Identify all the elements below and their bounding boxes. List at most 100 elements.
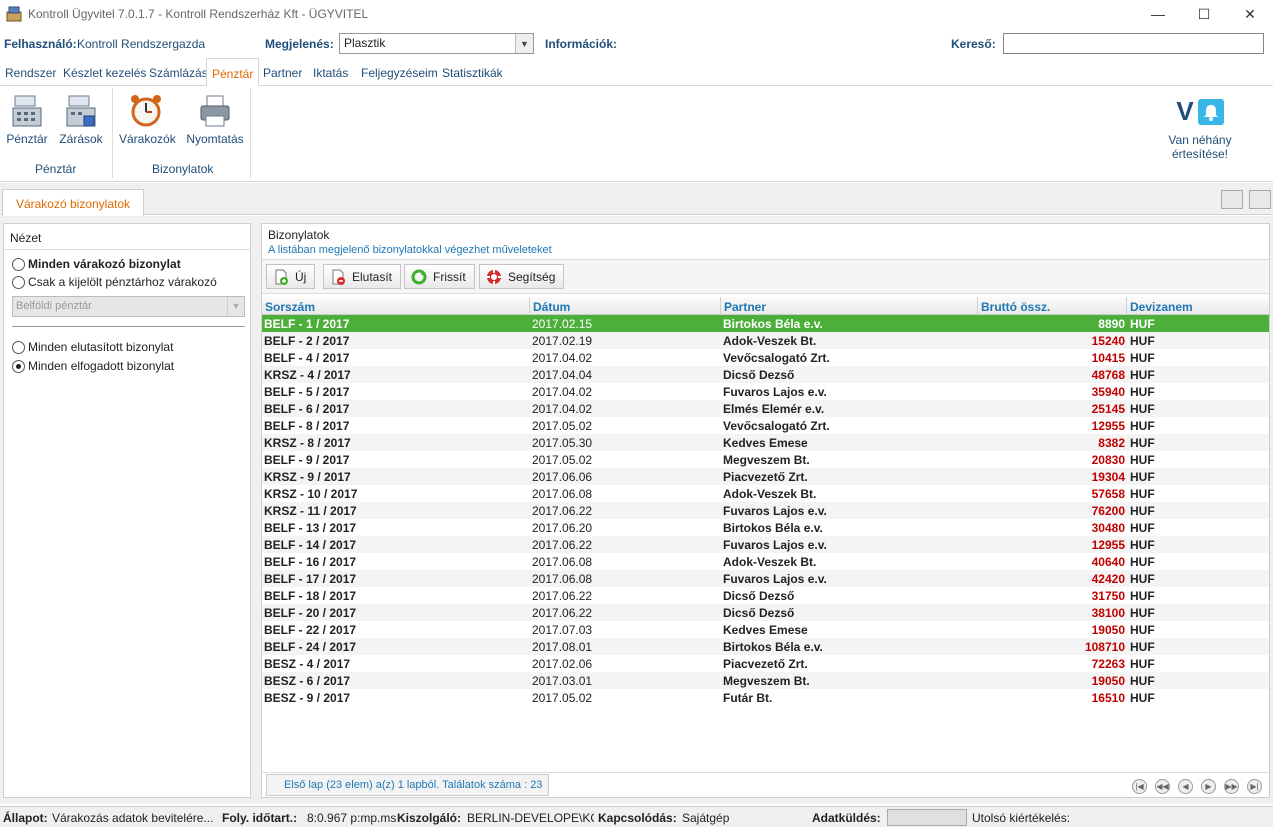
cell-brutto: 108710 bbox=[1084, 640, 1125, 654]
cell-sorszam: BELF - 6 / 2017 bbox=[264, 402, 350, 416]
col-datum[interactable]: Dátum bbox=[533, 300, 570, 314]
table-row[interactable]: BELF - 20 / 2017 2017.06.22 Dicső Dezső 381… bbox=[262, 604, 1269, 621]
maximize-button[interactable]: ☐ bbox=[1181, 0, 1227, 28]
cell-datum: 2017.04.02 bbox=[532, 385, 593, 399]
table-row[interactable]: KRSZ - 11 / 2017 2017.06.22 Fuvaros Lajos … bbox=[262, 502, 1269, 519]
tab-penztar[interactable]: Pénztár bbox=[206, 58, 260, 87]
next-page-icon[interactable]: ▶ bbox=[1201, 779, 1216, 794]
column-separator[interactable] bbox=[720, 297, 721, 315]
radio-circle-checked[interactable] bbox=[12, 359, 25, 373]
reject-button[interactable]: Elutasít bbox=[323, 264, 402, 289]
column-separator[interactable] bbox=[529, 297, 530, 315]
help-button-label: Segítség bbox=[508, 269, 556, 284]
column-separator[interactable] bbox=[977, 297, 978, 315]
table-row[interactable]: BESZ - 4 / 2017 2017.02.06 Piacvezető Zrt.… bbox=[262, 655, 1269, 672]
table-row[interactable]: BELF - 9 / 2017 2017.05.02 Megveszem Bt. 20… bbox=[262, 451, 1269, 468]
table-row[interactable]: BELF - 4 / 2017 2017.04.02 Vevőcsalogató Z… bbox=[262, 349, 1269, 366]
table-row[interactable]: KRSZ - 4 / 2017 2017.04.04 Dicső Dezső 4876… bbox=[262, 366, 1269, 383]
table-row[interactable]: BELF - 17 / 2017 2017.06.08 Fuvaros Lajos … bbox=[262, 570, 1269, 587]
window-layout-icon[interactable] bbox=[1249, 190, 1271, 209]
refresh-button-label: Frissít bbox=[433, 269, 466, 284]
documents-panel: Bizonylatok A listában megjelenő bizonyl… bbox=[261, 223, 1270, 798]
view-panel: Nézet Minden várakozó bizonylat Csak a k… bbox=[3, 223, 251, 798]
table-row[interactable]: BELF - 14 / 2017 2017.06.22 Fuvaros Lajos … bbox=[262, 536, 1269, 553]
table-row[interactable]: BELF - 13 / 2017 2017.06.20 Birtokos Béla … bbox=[262, 519, 1269, 536]
close-button[interactable]: ✕ bbox=[1227, 0, 1273, 28]
cell-partner: Fuvaros Lajos e.v. bbox=[723, 504, 827, 518]
radio-circle[interactable] bbox=[12, 257, 25, 271]
cell-brutto: 12955 bbox=[1091, 419, 1125, 433]
table-row[interactable]: BELF - 5 / 2017 2017.04.02 Fuvaros Lajos e… bbox=[262, 383, 1269, 400]
ribbon-penztar-button[interactable]: Pénztár bbox=[0, 94, 54, 146]
table-row[interactable]: BELF - 6 / 2017 2017.04.02 Elmés Elemér e.… bbox=[262, 400, 1269, 417]
tab-statisztikak[interactable]: Statisztikák bbox=[437, 58, 508, 86]
tab-varakozo-bizonylatok[interactable]: Várakozó bizonylatok bbox=[2, 189, 144, 216]
last-page-icon[interactable]: ▶| bbox=[1247, 779, 1262, 794]
table-row[interactable]: KRSZ - 10 / 2017 2017.06.08 Adok-Veszek Bt… bbox=[262, 485, 1269, 502]
tab-partner[interactable]: Partner bbox=[258, 58, 307, 86]
cell-partner: Dicső Dezső bbox=[723, 589, 795, 603]
ribbon-varakozok-button[interactable]: Várakozók bbox=[119, 94, 176, 146]
radio-all-rejected[interactable]: Minden elutasított bizonylat bbox=[12, 340, 173, 354]
next-page-group-icon[interactable]: ▶▶ bbox=[1224, 779, 1239, 794]
new-document-icon bbox=[275, 269, 288, 285]
ribbon-group-bizonylatok: Bizonylatok bbox=[152, 162, 214, 176]
new-button[interactable]: Új bbox=[266, 264, 316, 289]
cell-sorszam: BELF - 16 / 2017 bbox=[264, 555, 357, 569]
table-row[interactable]: BELF - 2 / 2017 2017.02.19 Adok-Veszek Bt.… bbox=[262, 332, 1269, 349]
printer-icon bbox=[200, 95, 230, 127]
cell-sorszam: BELF - 14 / 2017 bbox=[264, 538, 357, 552]
prev-page-group-icon[interactable]: ◀◀ bbox=[1155, 779, 1170, 794]
first-page-icon[interactable]: |◀ bbox=[1132, 779, 1147, 794]
table-row[interactable]: BELF - 16 / 2017 2017.06.08 Adok-Veszek Bt… bbox=[262, 553, 1269, 570]
keyboard-icon[interactable] bbox=[1221, 190, 1243, 209]
radio-circle[interactable] bbox=[12, 340, 25, 354]
table-row[interactable]: BESZ - 9 / 2017 2017.05.02 Futár Bt. 16510 H… bbox=[262, 689, 1269, 706]
table-row[interactable]: KRSZ - 8 / 2017 2017.05.30 Kedves Emese 838… bbox=[262, 434, 1269, 451]
documents-title: Bizonylatok bbox=[268, 228, 330, 242]
ribbon-nyomtatas-button[interactable]: Nyomtatás bbox=[186, 94, 244, 146]
table-row[interactable]: BESZ - 6 / 2017 2017.03.01 Megveszem Bt. 19… bbox=[262, 672, 1269, 689]
col-brutto[interactable]: Bruttó össz. bbox=[981, 300, 1050, 314]
cell-brutto: 16510 bbox=[1091, 691, 1125, 705]
chevron-down-icon[interactable]: ▼ bbox=[515, 34, 533, 53]
radio-circle[interactable] bbox=[12, 275, 25, 289]
help-button[interactable]: Segítség bbox=[479, 264, 565, 289]
info-link[interactable]: Információk: bbox=[545, 37, 617, 51]
cell-devizanem: HUF bbox=[1130, 317, 1155, 331]
refresh-button[interactable]: Frissít bbox=[404, 264, 475, 289]
cell-brutto: 30480 bbox=[1091, 521, 1125, 535]
notification-area[interactable]: V Van néhány értesítése! bbox=[1160, 96, 1240, 161]
cell-sorszam: KRSZ - 4 / 2017 bbox=[264, 368, 351, 382]
col-sorszam[interactable]: Sorszám bbox=[265, 300, 315, 314]
radio-all-accepted[interactable]: Minden elfogadott bizonylat bbox=[12, 359, 174, 373]
search-input[interactable] bbox=[1003, 33, 1264, 54]
table-row[interactable]: BELF - 22 / 2017 2017.07.03 Kedves Emese 19… bbox=[262, 621, 1269, 638]
col-partner[interactable]: Partner bbox=[724, 300, 766, 314]
cell-devizanem: HUF bbox=[1130, 453, 1155, 467]
minimize-button[interactable]: — bbox=[1135, 0, 1181, 28]
column-separator[interactable] bbox=[1126, 297, 1127, 315]
table-row[interactable]: BELF - 24 / 2017 2017.08.01 Birtokos Béla … bbox=[262, 638, 1269, 655]
ribbon-zarasok-button[interactable]: Zárások bbox=[54, 94, 108, 146]
table-row[interactable]: BELF - 1 / 2017 2017.02.15 Birtokos Béla e… bbox=[262, 315, 1269, 332]
notification-logo: V bbox=[1176, 96, 1194, 126]
col-devizanem[interactable]: Devizanem bbox=[1130, 300, 1193, 314]
tab-feljegyzeseim[interactable]: Feljegyzéseim bbox=[356, 58, 443, 86]
tab-szamlazas[interactable]: Számlázás bbox=[144, 58, 213, 86]
table-row[interactable]: BELF - 8 / 2017 2017.05.02 Vevőcsalogató Z… bbox=[262, 417, 1269, 434]
radio-selected-cash[interactable]: Csak a kijelölt pénztárhoz várakozó bbox=[12, 275, 217, 289]
table-row[interactable]: BELF - 18 / 2017 2017.06.22 Dicső Dezső 317… bbox=[262, 587, 1269, 604]
app-icon bbox=[6, 6, 22, 22]
radio-all-waiting[interactable]: Minden várakozó bizonylat bbox=[12, 257, 181, 271]
cell-devizanem: HUF bbox=[1130, 674, 1155, 688]
cell-devizanem: HUF bbox=[1130, 436, 1155, 450]
prev-page-icon[interactable]: ◀ bbox=[1178, 779, 1193, 794]
tab-iktatas[interactable]: Iktatás bbox=[308, 58, 353, 86]
appearance-select[interactable]: Plasztik ▼ bbox=[339, 33, 534, 54]
server-value: BERLIN-DEVELOPE\KONTR bbox=[467, 811, 594, 825]
table-row[interactable]: KRSZ - 9 / 2017 2017.06.06 Piacvezető Zrt.… bbox=[262, 468, 1269, 485]
tab-rendszer[interactable]: Rendszer bbox=[0, 58, 61, 86]
cell-partner: Megveszem Bt. bbox=[723, 453, 810, 467]
tab-keszlet-kezeles[interactable]: Készlet kezelés bbox=[58, 58, 151, 86]
